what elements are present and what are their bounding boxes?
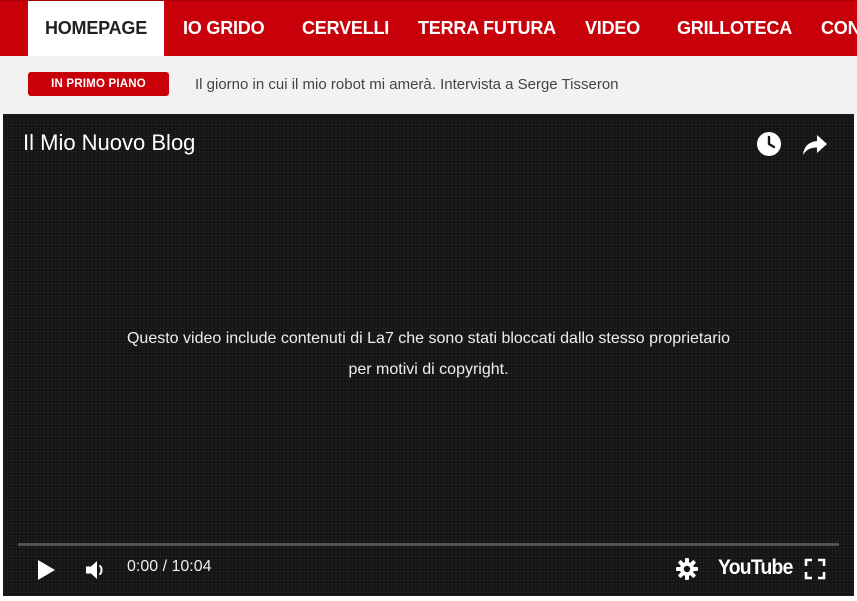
nav-item-video[interactable]: VIDEO — [585, 1, 640, 56]
breaking-news-bar: IN PRIMO PIANO Il giorno in cui il mio r… — [0, 56, 857, 114]
clock-icon[interactable] — [755, 130, 783, 158]
nav-item-homepage[interactable]: HOMEPAGE — [28, 1, 164, 56]
copyright-message-line-1: Questo video include contenuti di La7 ch… — [126, 330, 731, 347]
share-icon[interactable] — [801, 132, 829, 158]
nav-item-io-grido[interactable]: IO GRIDO — [183, 1, 265, 56]
youtube-logo[interactable]: YouTube — [718, 556, 793, 580]
current-time: 0:00 — [127, 558, 159, 575]
nav-item-con[interactable]: CON — [821, 1, 857, 56]
copyright-message-line-2: per motivi di copyright. — [348, 361, 509, 378]
play-icon[interactable] — [36, 558, 58, 582]
breaking-news-headline[interactable]: Il giorno in cui il mio robot mi amerà. … — [195, 76, 619, 93]
nav-item-grilloteca[interactable]: GRILLOTECA — [677, 1, 792, 56]
video-duration: 10:04 — [171, 558, 212, 575]
fullscreen-icon[interactable] — [804, 558, 826, 580]
nav-item-cervelli[interactable]: CERVELLI — [302, 1, 389, 56]
nav-item-terra-futura[interactable]: TERRA FUTURA — [418, 1, 556, 56]
main-navigation: HOMEPAGE IO GRIDO CERVELLI TERRA FUTURA … — [0, 0, 857, 56]
page: HOMEPAGE IO GRIDO CERVELLI TERRA FUTURA … — [0, 0, 857, 601]
time-separator: / — [158, 558, 172, 575]
in-primo-piano-badge: IN PRIMO PIANO — [28, 72, 169, 96]
video-title[interactable]: Il Mio Nuovo Blog — [23, 130, 195, 156]
volume-icon[interactable] — [85, 559, 109, 581]
progress-bar[interactable] — [18, 543, 839, 546]
copyright-block-message: Questo video include contenuti di La7 ch… — [3, 323, 854, 385]
gear-icon[interactable] — [675, 557, 699, 581]
time-display: 0:00 / 10:04 — [127, 558, 212, 576]
video-player[interactable]: Il Mio Nuovo Blog Questo video include c… — [3, 114, 854, 596]
